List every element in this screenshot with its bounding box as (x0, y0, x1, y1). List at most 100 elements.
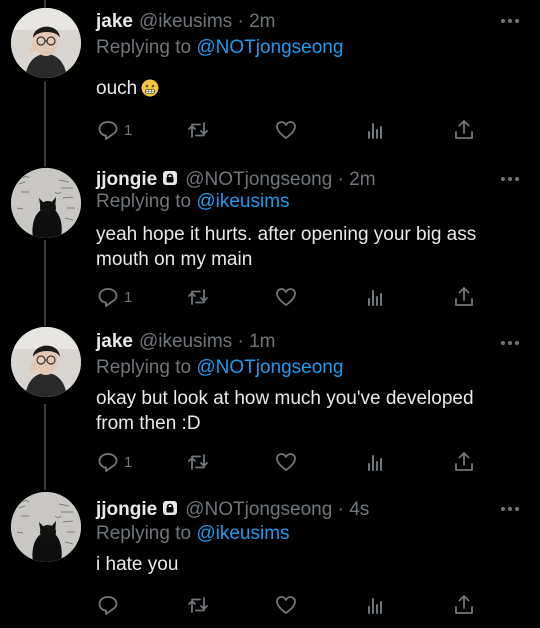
reply-count: 1 (124, 121, 133, 139)
reply-icon (98, 453, 118, 472)
avatar[interactable] (11, 8, 81, 78)
analytics-icon (368, 123, 382, 139)
timestamp[interactable]: 4s (349, 499, 369, 520)
display-name[interactable]: jake (96, 11, 133, 32)
retweet-icon (188, 289, 208, 305)
timestamp[interactable]: 1m (249, 331, 275, 352)
timestamp[interactable]: 2m (349, 169, 375, 190)
more-icon[interactable] (500, 18, 520, 24)
reply-icon (98, 596, 118, 615)
heart-icon (276, 453, 296, 471)
share-button[interactable] (452, 117, 476, 143)
reply-icon (98, 121, 118, 140)
jake-avatar-image (11, 327, 81, 397)
tweet-header: jake @ikeusims · 2m (96, 10, 480, 34)
views-button[interactable] (363, 284, 387, 310)
share-button[interactable] (452, 592, 476, 618)
avatar[interactable] (11, 168, 81, 238)
tweet-header: jjongie @NOTjongseong · 2m (96, 168, 480, 192)
share-button[interactable] (452, 449, 476, 475)
tweet-body: ouch (96, 78, 138, 99)
share-icon (455, 120, 473, 139)
retweet-button[interactable] (186, 284, 210, 310)
tweet-text: okay but look at how much you've develop… (96, 388, 474, 434)
user-handle[interactable]: @NOTjongseong (185, 499, 332, 520)
analytics-icon (368, 290, 382, 306)
like-button[interactable] (274, 592, 298, 618)
replying-to-label: Replying to (96, 357, 192, 378)
tweet-header: jake @ikeusims · 1m (96, 330, 480, 354)
tweet-actions: 1 (96, 284, 476, 310)
black-cat-avatar-image (11, 492, 81, 562)
mention-link[interactable]: @ikeusims (196, 191, 289, 212)
mention-link[interactable]: @ikeusims (196, 523, 289, 544)
avatar[interactable] (11, 327, 81, 397)
tweet[interactable]: jake @ikeusims · 1m Replying to @NOTjongs… (0, 324, 540, 488)
separator: · (237, 11, 244, 32)
heart-icon (276, 121, 296, 139)
black-cat-avatar-image (11, 168, 81, 238)
tweet-actions (96, 592, 476, 618)
like-button[interactable] (274, 117, 298, 143)
retweet-icon (188, 597, 208, 613)
retweet-icon (188, 122, 208, 138)
mention-link[interactable]: @NOTjongseong (196, 357, 343, 378)
reply-button[interactable]: 1 (96, 117, 132, 143)
tweet-thread: jake @ikeusims · 2m Replying to @NOTjongs… (0, 0, 540, 628)
separator: · (337, 169, 344, 190)
reply-button[interactable] (96, 592, 124, 618)
tweet-actions: 1 (96, 449, 476, 475)
display-name[interactable]: jjongie (96, 169, 157, 190)
mention-link[interactable]: @NOTjongseong (196, 37, 343, 58)
like-button[interactable] (274, 449, 298, 475)
replying-to: Replying to @ikeusims (96, 190, 290, 214)
replying-to-label: Replying to (96, 523, 192, 544)
reply-icon (98, 288, 118, 307)
retweet-icon (188, 454, 208, 470)
display-name[interactable]: jjongie (96, 499, 157, 520)
replying-to: Replying to @ikeusims (96, 522, 290, 546)
more-icon[interactable] (500, 340, 520, 346)
retweet-button[interactable] (186, 117, 210, 143)
replying-to-label: Replying to (96, 37, 192, 58)
tweet-actions: 1 (96, 117, 476, 143)
reply-count: 1 (124, 288, 133, 306)
avatar[interactable] (11, 492, 81, 562)
heart-icon (276, 288, 296, 306)
separator: · (237, 331, 244, 352)
tweet-text: i hate you (96, 554, 179, 575)
replying-to: Replying to @NOTjongseong (96, 36, 343, 60)
views-button[interactable] (363, 592, 387, 618)
separator: · (337, 499, 344, 520)
user-handle[interactable]: @ikeusims (139, 11, 232, 32)
share-icon (455, 452, 473, 471)
like-button[interactable] (274, 284, 298, 310)
views-button[interactable] (363, 117, 387, 143)
tweet-header: jjongie @NOTjongseong · 4s (96, 498, 480, 522)
reply-button[interactable]: 1 (96, 449, 132, 475)
more-icon[interactable] (500, 506, 520, 512)
display-name[interactable]: jake (96, 331, 133, 352)
tweet-text: yeah hope it hurts. after opening your b… (96, 224, 477, 270)
replying-to-label: Replying to (96, 191, 192, 212)
user-handle[interactable]: @ikeusims (139, 331, 232, 352)
share-button[interactable] (452, 284, 476, 310)
retweet-button[interactable] (186, 592, 210, 618)
retweet-button[interactable] (186, 449, 210, 475)
views-button[interactable] (363, 449, 387, 475)
timestamp[interactable]: 2m (249, 11, 275, 32)
share-icon (455, 595, 473, 614)
heart-icon (276, 596, 296, 614)
more-icon[interactable] (500, 176, 520, 182)
replying-to: Replying to @NOTjongseong (96, 356, 343, 380)
jake-avatar-image (11, 8, 81, 78)
reply-button[interactable]: 1 (96, 284, 132, 310)
tweet[interactable]: jjongie @NOTjongseong · 4s Replying to @i… (0, 488, 540, 628)
analytics-icon (368, 598, 382, 614)
lock-icon (163, 501, 178, 515)
tweet[interactable]: jake @ikeusims · 2m Replying to @NOTjongs… (0, 0, 540, 160)
share-icon (455, 287, 473, 306)
reply-count: 1 (124, 453, 133, 471)
tweet[interactable]: jjongie @NOTjongseong · 2m Replying to @i… (0, 158, 540, 324)
user-handle[interactable]: @NOTjongseong (185, 169, 332, 190)
